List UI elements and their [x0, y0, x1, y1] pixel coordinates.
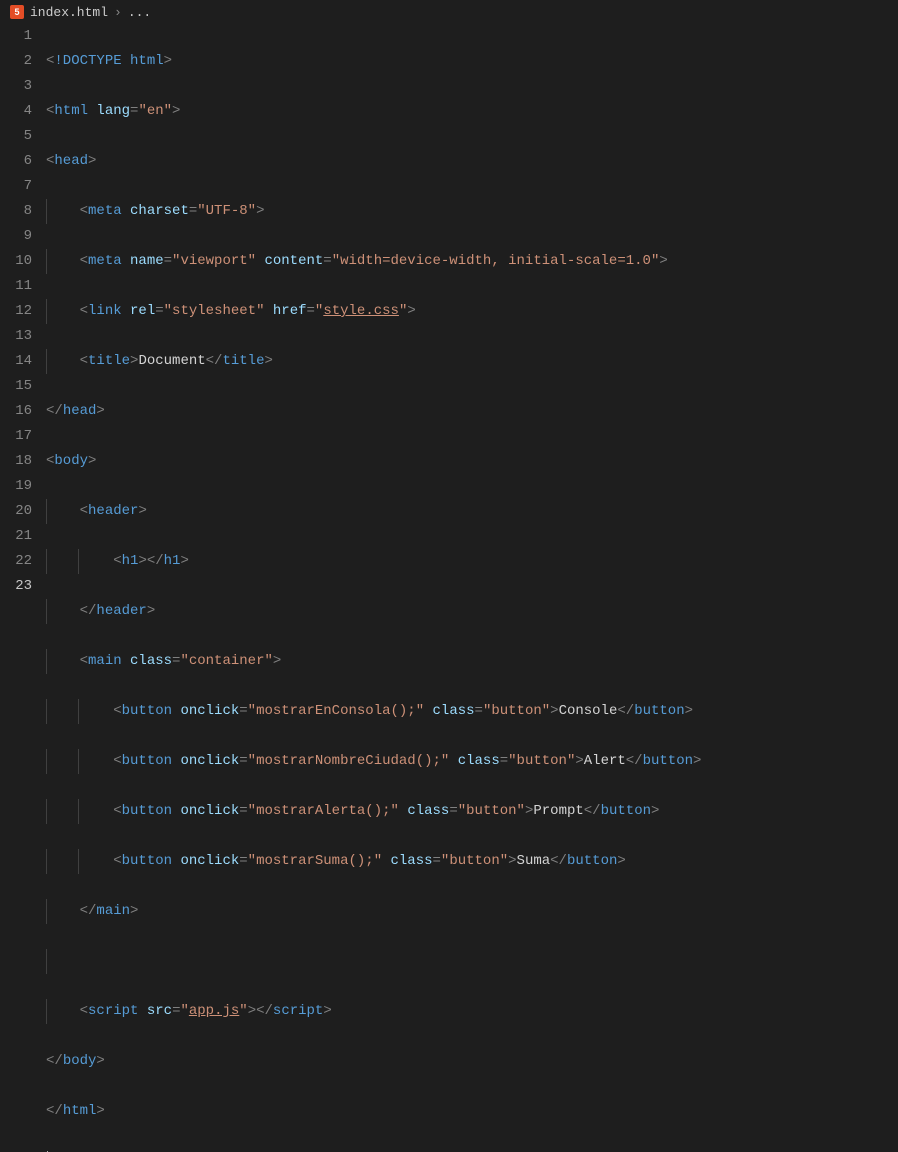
code-line[interactable]: <h1></h1> — [46, 549, 898, 574]
line-number[interactable]: 2 — [0, 49, 32, 74]
line-number[interactable]: 16 — [0, 399, 32, 424]
code-line[interactable]: <meta name="viewport" content="width=dev… — [46, 249, 898, 274]
code-line[interactable]: <body> — [46, 449, 898, 474]
line-number[interactable]: 18 — [0, 449, 32, 474]
line-number[interactable]: 11 — [0, 274, 32, 299]
line-number[interactable]: 17 — [0, 424, 32, 449]
breadcrumb-more[interactable]: ... — [128, 5, 151, 20]
line-number[interactable]: 22 — [0, 549, 32, 574]
line-number[interactable]: 19 — [0, 474, 32, 499]
line-number[interactable]: 21 — [0, 524, 32, 549]
code-line[interactable] — [46, 949, 898, 974]
line-number-gutter[interactable]: 1 2 3 4 5 6 7 8 9 10 11 12 13 14 15 16 1… — [0, 24, 46, 576]
line-number[interactable]: 15 — [0, 374, 32, 399]
code-line[interactable]: </main> — [46, 899, 898, 924]
line-number[interactable]: 10 — [0, 249, 32, 274]
code-line[interactable]: <button onclick="mostrarAlerta();" class… — [46, 799, 898, 824]
code-line[interactable]: <button onclick="mostrarNombreCiudad();"… — [46, 749, 898, 774]
code-line[interactable]: <link rel="stylesheet" href="style.css"> — [46, 299, 898, 324]
html5-icon: 5 — [10, 5, 24, 19]
code-line[interactable]: </header> — [46, 599, 898, 624]
code-line[interactable]: <main class="container"> — [46, 649, 898, 674]
code-line[interactable]: <html lang="en"> — [46, 99, 898, 124]
code-line[interactable]: </head> — [46, 399, 898, 424]
code-editor[interactable]: 1 2 3 4 5 6 7 8 9 10 11 12 13 14 15 16 1… — [0, 24, 898, 576]
breadcrumb-file[interactable]: index.html — [30, 5, 108, 20]
code-line[interactable]: <button onclick="mostrarEnConsola();" cl… — [46, 699, 898, 724]
code-line[interactable]: </html> — [46, 1099, 898, 1124]
code-line[interactable]: <header> — [46, 499, 898, 524]
line-number[interactable]: 3 — [0, 74, 32, 99]
code-area[interactable]: <!DOCTYPE html> <html lang="en"> <head> … — [46, 24, 898, 576]
code-line[interactable] — [46, 1149, 898, 1152]
code-line[interactable]: </body> — [46, 1049, 898, 1074]
line-number[interactable]: 8 — [0, 199, 32, 224]
breadcrumb[interactable]: 5 index.html › ... — [0, 0, 898, 24]
code-line[interactable]: <script src="app.js"></script> — [46, 999, 898, 1024]
line-number[interactable]: 13 — [0, 324, 32, 349]
code-line[interactable]: <head> — [46, 149, 898, 174]
line-number[interactable]: 23 — [0, 574, 32, 599]
line-number[interactable]: 12 — [0, 299, 32, 324]
line-number[interactable]: 5 — [0, 124, 32, 149]
code-line[interactable]: <title>Document</title> — [46, 349, 898, 374]
line-number[interactable]: 9 — [0, 224, 32, 249]
cursor-icon — [47, 1151, 48, 1152]
line-number[interactable]: 6 — [0, 149, 32, 174]
line-number[interactable]: 4 — [0, 99, 32, 124]
line-number[interactable]: 7 — [0, 174, 32, 199]
line-number[interactable]: 1 — [0, 24, 32, 49]
chevron-right-icon: › — [114, 5, 122, 20]
line-number[interactable]: 20 — [0, 499, 32, 524]
line-number[interactable]: 14 — [0, 349, 32, 374]
code-line[interactable]: <!DOCTYPE html> — [46, 49, 898, 74]
code-line[interactable]: <meta charset="UTF-8"> — [46, 199, 898, 224]
code-line[interactable]: <button onclick="mostrarSuma();" class="… — [46, 849, 898, 874]
